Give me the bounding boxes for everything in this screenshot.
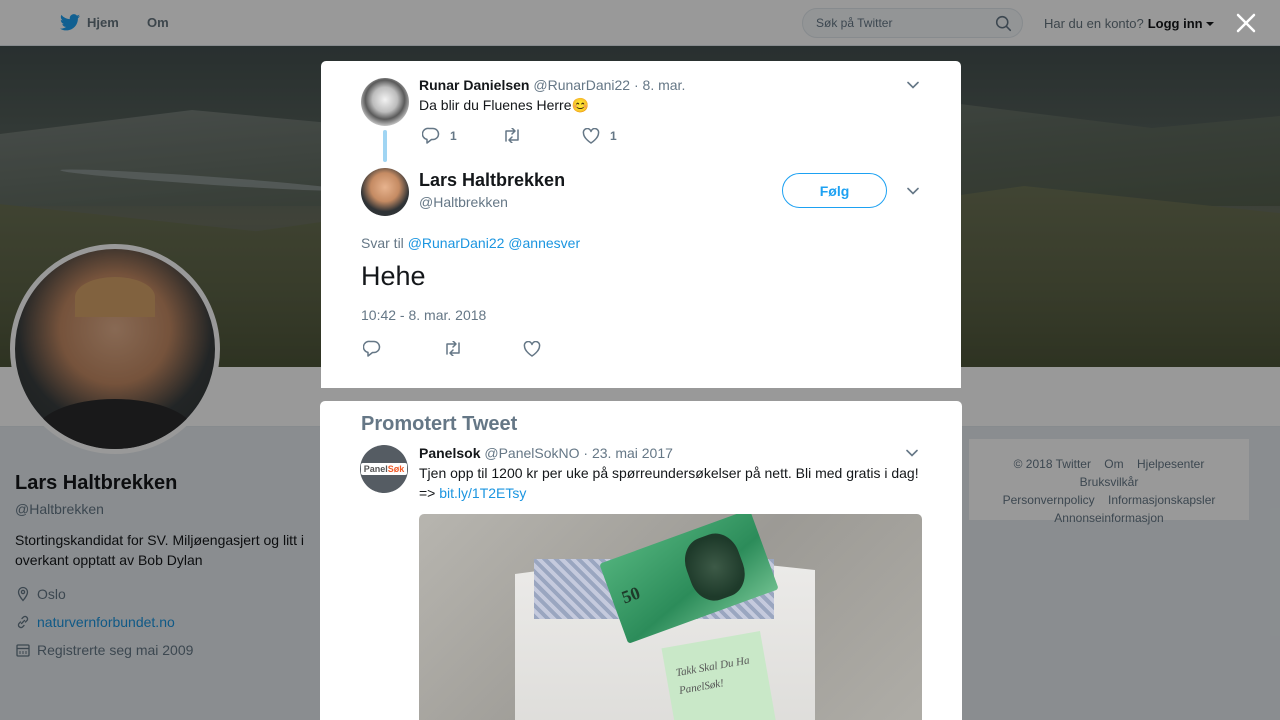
reply-mention-runar[interactable]: @RunarDani22 <box>408 235 505 251</box>
panelsok-logo-a: Panel <box>363 464 388 474</box>
promoted-tweet-avatar[interactable]: PanelSøk <box>360 445 408 493</box>
parent-tweet-handle[interactable]: @RunarDani22 <box>533 77 630 93</box>
promoted-section-title: Promotert Tweet <box>361 413 518 435</box>
parent-tweet-name[interactable]: Runar Danielsen <box>419 77 529 93</box>
heart-icon <box>523 340 541 357</box>
reply-mention-annesver[interactable]: @annesver <box>508 235 580 251</box>
parent-tweet-body: Da blir du Fluenes Herre <box>419 97 572 113</box>
tweet-modal: Runar Danielsen @RunarDani22 · 8. mar. D… <box>321 61 961 388</box>
smiley-emoji: 😊 <box>571 97 589 113</box>
main-tweet-name[interactable]: Lars Haltbrekken <box>419 170 565 191</box>
promoted-tweet-header: Panelsok @PanelSokNO · 23. mai 2017 <box>419 445 673 461</box>
reply-prefix: Svar til <box>361 235 404 251</box>
panelsok-logo-b: Søk <box>387 464 405 474</box>
main-tweet-actions <box>363 340 551 357</box>
reply-count: 1 <box>450 128 457 143</box>
parent-tweet-header: Runar Danielsen @RunarDani22 · 8. mar. <box>419 77 685 93</box>
parent-tweet-date[interactable]: · 8. mar. <box>634 77 685 93</box>
promoted-tweet-handle[interactable]: @PanelSokNO <box>484 445 579 461</box>
like-count: 1 <box>610 128 617 143</box>
thread-connector <box>383 130 387 162</box>
promoted-tweet-date[interactable]: · 23. mai 2017 <box>583 445 673 461</box>
main-tweet-timestamp[interactable]: 10:42 - 8. mar. 2018 <box>361 307 486 323</box>
close-icon[interactable] <box>1234 11 1258 35</box>
retweet-icon <box>505 128 519 143</box>
reply-button[interactable] <box>363 340 443 357</box>
follow-button[interactable]: Følg <box>782 173 887 208</box>
promoted-tweet-image[interactable]: 50 Takk Skal Du Ha PanelSøk! <box>419 514 922 720</box>
heart-icon <box>582 127 600 144</box>
promoted-tweet-link[interactable]: bit.ly/1T2ETsy <box>439 485 526 501</box>
parent-tweet-text: Da blir du Fluenes Herre😊 <box>419 95 589 115</box>
banknote-value: 50 <box>618 582 643 608</box>
panelsok-logo: PanelSøk <box>360 463 408 475</box>
retweet-icon <box>446 341 460 356</box>
reply-icon <box>422 127 440 144</box>
like-button[interactable]: 1 <box>582 127 617 144</box>
promoted-tweet-name[interactable]: Panelsok <box>419 445 480 461</box>
reply-button[interactable]: 1 <box>422 127 502 144</box>
banknote-portrait <box>677 527 752 608</box>
sticky-note-text: Takk Skal Du Ha PanelSøk! <box>675 654 751 697</box>
main-tweet-avatar[interactable] <box>361 168 409 216</box>
main-tweet-text: Hehe <box>361 261 426 291</box>
chevron-down-icon[interactable] <box>906 449 918 457</box>
parent-tweet-actions: 1 1 <box>422 127 617 144</box>
promoted-tweet-text: Tjen opp til 1200 kr per uke på spørreun… <box>419 463 929 503</box>
chevron-down-icon[interactable] <box>907 187 919 195</box>
reply-icon <box>363 340 381 357</box>
parent-tweet-avatar[interactable] <box>361 78 409 126</box>
chevron-down-icon[interactable] <box>907 81 919 89</box>
main-tweet-handle[interactable]: @Haltbrekken <box>419 194 508 210</box>
replying-to: Svar til @RunarDani22 @annesver <box>361 235 580 251</box>
like-button[interactable] <box>523 340 551 357</box>
promoted-tweet-card: Promotert Tweet PanelSøk Panelsok @Panel… <box>320 401 962 720</box>
sticky-note: Takk Skal Du Ha PanelSøk! <box>661 631 777 720</box>
retweet-button[interactable] <box>443 341 523 356</box>
retweet-button[interactable] <box>502 128 582 143</box>
